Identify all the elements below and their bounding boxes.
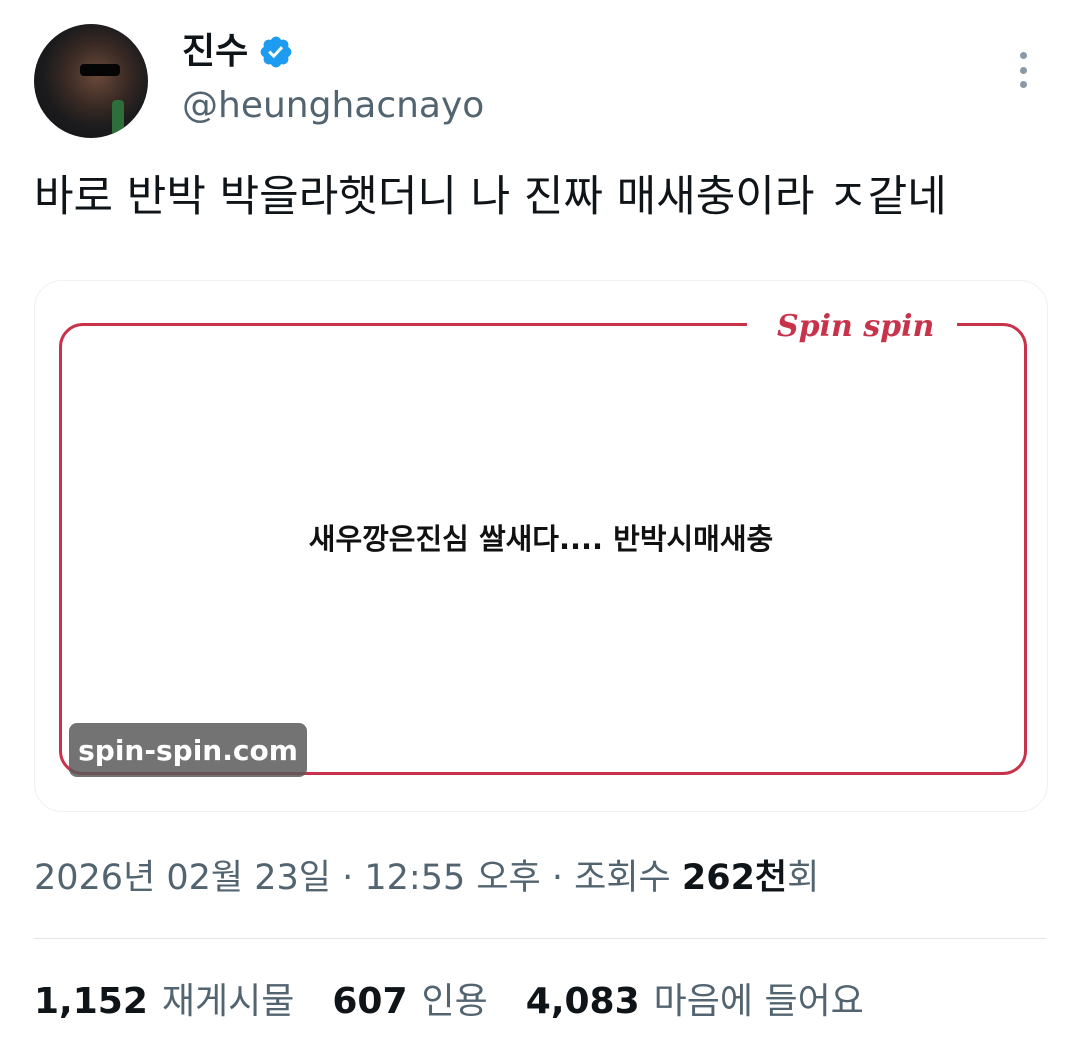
views-count: 262천: [681, 858, 788, 898]
engagement-stats: 1,152 재게시물 607 인용 4,083 마음에 들어요: [34, 978, 864, 1026]
verified-badge-icon: [258, 34, 294, 70]
author-handle[interactable]: @heunghacnayo: [182, 84, 484, 128]
divider: [34, 938, 1046, 939]
tweet-text: 바로 반박 박을라햇더니 나 진짜 매새충이라 ㅈ같네: [34, 172, 947, 222]
likes-count: 4,083: [525, 981, 640, 1022]
avatar[interactable]: [34, 24, 148, 138]
retweets-label: 재게시물: [161, 981, 295, 1022]
likes-label: 마음에 들어요: [653, 981, 864, 1022]
quotes-label: 인용: [421, 981, 488, 1022]
dot: [1019, 52, 1027, 59]
likes-stat[interactable]: 4,083 마음에 들어요: [526, 978, 864, 1026]
bottle-graphic: [112, 100, 124, 134]
quotes-stat[interactable]: 607 인용: [332, 978, 487, 1026]
views-suffix: 회: [787, 858, 820, 898]
media-caption: 새우깡은진심 쌀새다.... 반박시매새충: [308, 522, 774, 556]
brand-logo: Spin spin: [777, 309, 935, 344]
dot: [1019, 81, 1027, 88]
dot: [1019, 66, 1027, 74]
quotes-count: 607: [332, 981, 408, 1022]
tweet-media[interactable]: Spin spin 새우깡은진심 쌀새다.... 반박시매새충 spin-spi…: [34, 280, 1048, 812]
author-name-row: 진수: [182, 30, 294, 74]
author-display-name[interactable]: 진수: [182, 30, 248, 74]
tweet-datetime[interactable]: 2026년 02월 23일 · 12:55 오후 · 조회수: [34, 858, 682, 898]
more-options-icon[interactable]: [1008, 52, 1038, 88]
retweets-count: 1,152: [34, 981, 148, 1022]
retweets-stat[interactable]: 1,152 재게시물: [34, 978, 294, 1026]
tweet-meta: 2026년 02월 23일 · 12:55 오후 · 조회수 262천회: [34, 854, 819, 902]
sunglasses-graphic: [80, 64, 120, 76]
watermark-badge: spin-spin.com: [69, 723, 307, 777]
